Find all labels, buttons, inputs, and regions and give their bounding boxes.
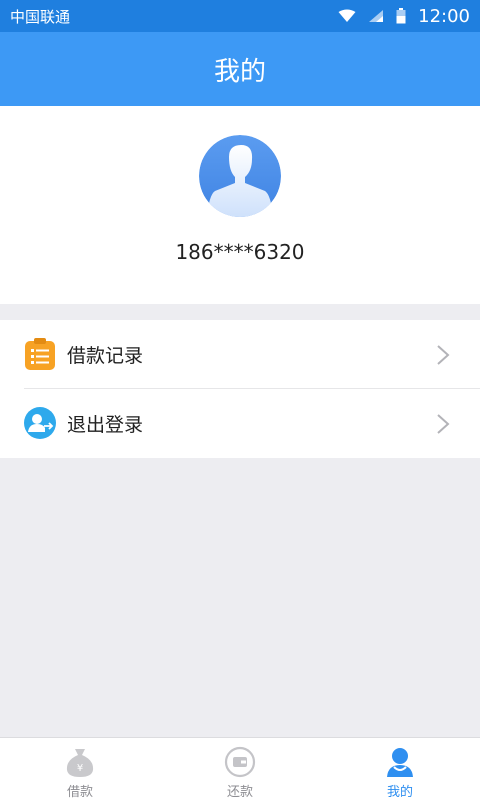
signal-icon bbox=[369, 10, 384, 22]
menu-item-loan-records[interactable]: 借款记录 bbox=[0, 320, 480, 389]
tab-loan[interactable]: ¥ 借款 bbox=[0, 738, 160, 800]
svg-text:¥: ¥ bbox=[77, 763, 83, 774]
battery-icon bbox=[396, 8, 406, 24]
bottom-tab-bar: ¥ 借款 还款 我的 bbox=[0, 737, 480, 800]
phone-number: 186****6320 bbox=[175, 240, 305, 264]
tab-repay[interactable]: 还款 bbox=[160, 738, 320, 800]
menu-item-label: 借款记录 bbox=[67, 345, 144, 367]
money-bag-icon: ¥ bbox=[66, 749, 94, 777]
user-icon bbox=[387, 748, 413, 777]
logout-user-icon bbox=[24, 407, 56, 439]
wifi-icon bbox=[338, 9, 356, 22]
page-title: 我的 bbox=[213, 56, 266, 87]
menu-list: 借款记录 退出登录 bbox=[0, 320, 480, 458]
wallet-icon bbox=[224, 746, 256, 778]
tab-label: 还款 bbox=[226, 785, 253, 800]
tab-label: 借款 bbox=[66, 785, 93, 800]
clock: 12:00 bbox=[418, 5, 470, 27]
tab-mine[interactable]: 我的 bbox=[320, 738, 480, 800]
tab-label: 我的 bbox=[386, 785, 413, 800]
carrier-name: 中国联通 bbox=[10, 7, 71, 26]
profile-card: 186****6320 bbox=[0, 106, 480, 304]
clipboard-icon bbox=[25, 338, 55, 370]
avatar[interactable] bbox=[199, 135, 281, 217]
menu-item-label: 退出登录 bbox=[67, 414, 144, 436]
status-bar: 中国联通 12:00 bbox=[0, 0, 480, 32]
chevron-right-icon bbox=[437, 414, 450, 434]
header: 我的 bbox=[0, 32, 480, 106]
default-avatar-icon bbox=[199, 135, 281, 217]
menu-item-logout[interactable]: 退出登录 bbox=[0, 389, 480, 458]
chevron-right-icon bbox=[437, 345, 450, 365]
status-icons: 12:00 bbox=[338, 6, 470, 27]
